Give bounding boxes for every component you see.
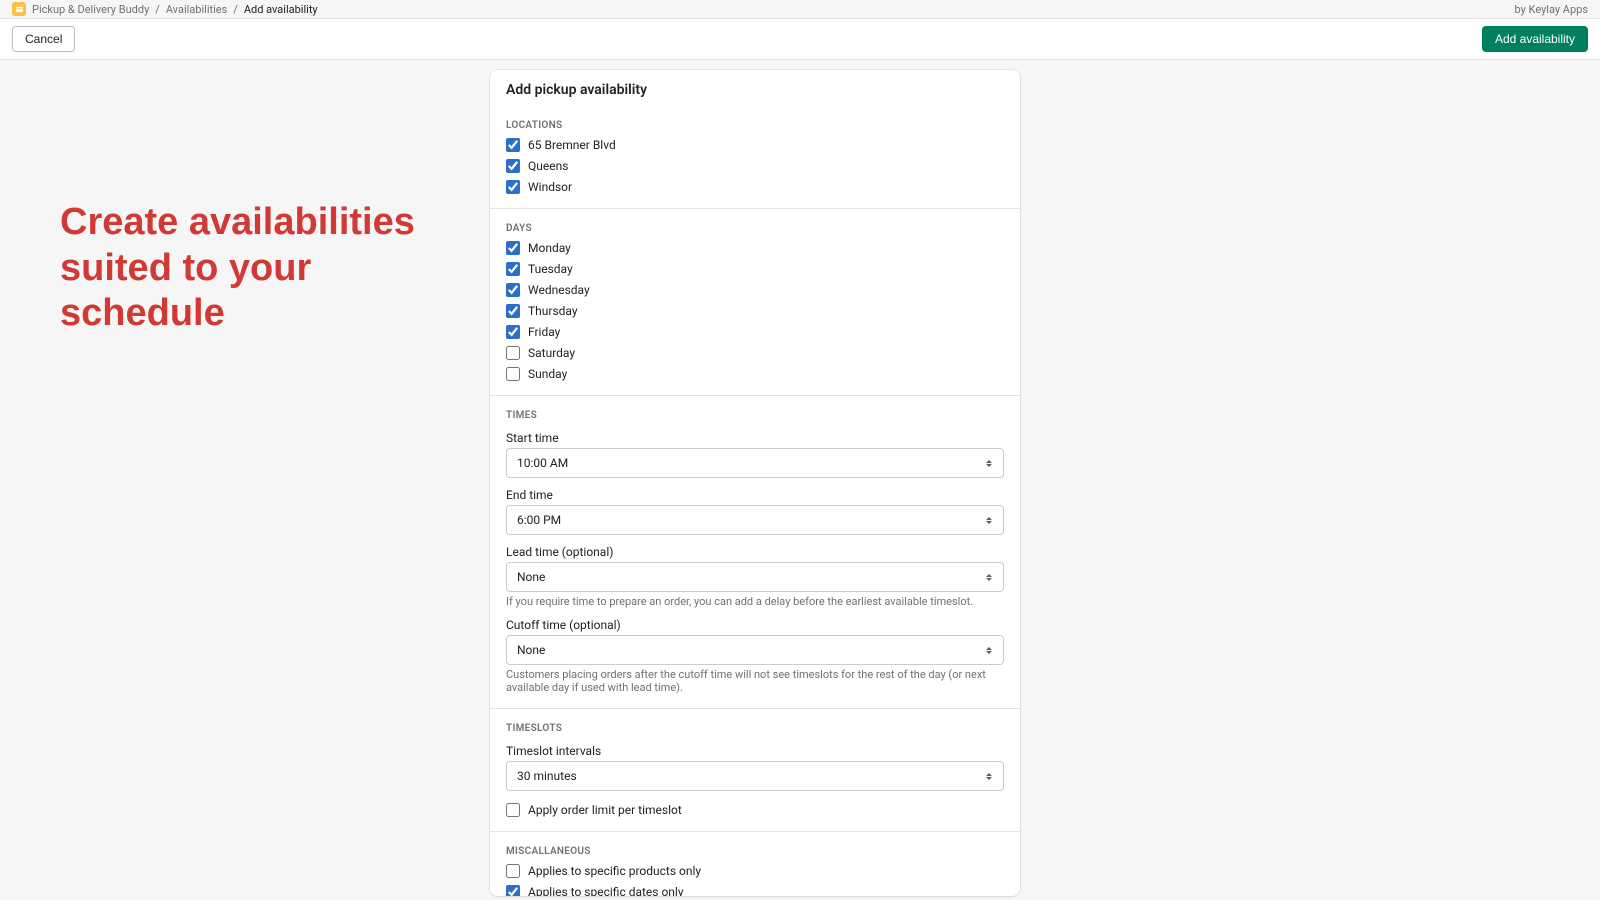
day-checkbox[interactable] <box>506 283 520 297</box>
chevron-updown-icon <box>986 513 996 527</box>
location-row: Queens <box>506 159 1004 173</box>
day-label: Sunday <box>528 367 567 381</box>
timeslots-section: TIMESLOTS Timeslot intervals 30 minutes … <box>490 709 1020 832</box>
day-checkbox[interactable] <box>506 367 520 381</box>
cutoff-time-select[interactable]: None <box>506 635 1004 665</box>
chevron-updown-icon <box>986 570 996 584</box>
specific-dates-label: Applies to specific dates only <box>528 885 684 896</box>
location-checkbox[interactable] <box>506 138 520 152</box>
day-checkbox[interactable] <box>506 346 520 360</box>
start-time-label: Start time <box>506 431 1004 445</box>
actionbar: Cancel Add availability <box>0 18 1600 60</box>
locations-section: LOCATIONS 65 Bremner Blvd Queens Windsor <box>490 106 1020 209</box>
location-label: 65 Bremner Blvd <box>528 138 616 152</box>
end-time-label: End time <box>506 488 1004 502</box>
location-row: 65 Bremner Blvd <box>506 138 1004 152</box>
interval-label: Timeslot intervals <box>506 744 1004 758</box>
day-checkbox[interactable] <box>506 325 520 339</box>
timeslots-label: TIMESLOTS <box>506 723 1004 734</box>
day-label: Thursday <box>528 304 578 318</box>
day-row: Sunday <box>506 367 1004 381</box>
day-label: Tuesday <box>528 262 573 276</box>
chevron-updown-icon <box>986 456 996 470</box>
day-row: Wednesday <box>506 283 1004 297</box>
lead-time-label: Lead time (optional) <box>506 545 1004 559</box>
cutoff-time-label: Cutoff time (optional) <box>506 618 1004 632</box>
location-row: Windsor <box>506 180 1004 194</box>
interval-select[interactable]: 30 minutes <box>506 761 1004 791</box>
location-label: Queens <box>528 159 568 173</box>
cancel-button[interactable]: Cancel <box>12 26 75 52</box>
breadcrumb: Pickup & Delivery Buddy / Availabilities… <box>12 2 318 16</box>
start-time-select[interactable]: 10:00 AM <box>506 448 1004 478</box>
byline: by Keylay Apps <box>1515 3 1589 16</box>
misc-section: MISCALLANEOUS Applies to specific produc… <box>490 832 1020 896</box>
marketing-blurb: Create availabilities suited to your sch… <box>0 60 490 896</box>
days-section: DAYS Monday Tuesday Wednesday Thursday Frida… <box>490 209 1020 396</box>
order-limit-checkbox[interactable] <box>506 803 520 817</box>
days-label: DAYS <box>506 223 1004 234</box>
day-label: Monday <box>528 241 571 255</box>
topbar: Pickup & Delivery Buddy / Availabilities… <box>0 0 1600 18</box>
location-label: Windsor <box>528 180 572 194</box>
add-availability-button-top[interactable]: Add availability <box>1482 26 1588 52</box>
specific-dates-checkbox[interactable] <box>506 885 520 896</box>
order-limit-label: Apply order limit per timeslot <box>528 803 682 817</box>
day-label: Wednesday <box>528 283 590 297</box>
card-title: Add pickup availability <box>490 70 1020 106</box>
day-row: Saturday <box>506 346 1004 360</box>
lead-time-help: If you require time to prepare an order,… <box>506 595 1004 608</box>
blurb-heading: Create availabilities suited to your sch… <box>60 200 470 337</box>
cutoff-time-help: Customers placing orders after the cutof… <box>506 668 1004 694</box>
specific-products-label: Applies to specific products only <box>528 864 701 878</box>
day-row: Monday <box>506 241 1004 255</box>
breadcrumb-app[interactable]: Pickup & Delivery Buddy <box>32 3 149 16</box>
chevron-updown-icon <box>986 643 996 657</box>
app-icon <box>12 2 26 16</box>
day-row: Friday <box>506 325 1004 339</box>
end-time-select[interactable]: 6:00 PM <box>506 505 1004 535</box>
day-checkbox[interactable] <box>506 262 520 276</box>
day-row: Thursday <box>506 304 1004 318</box>
chevron-updown-icon <box>986 769 996 783</box>
day-label: Friday <box>528 325 560 339</box>
times-label: TIMES <box>506 410 1004 421</box>
breadcrumb-section[interactable]: Availabilities <box>166 3 227 16</box>
lead-time-select[interactable]: None <box>506 562 1004 592</box>
locations-label: LOCATIONS <box>506 120 1004 131</box>
day-label: Saturday <box>528 346 575 360</box>
location-checkbox[interactable] <box>506 159 520 173</box>
day-row: Tuesday <box>506 262 1004 276</box>
form-card: Add pickup availability LOCATIONS 65 Bre… <box>490 70 1020 896</box>
day-checkbox[interactable] <box>506 241 520 255</box>
specific-products-checkbox[interactable] <box>506 864 520 878</box>
times-section: TIMES Start time 10:00 AM End time 6:00 … <box>490 396 1020 709</box>
day-checkbox[interactable] <box>506 304 520 318</box>
location-checkbox[interactable] <box>506 180 520 194</box>
breadcrumb-current: Add availability <box>244 3 318 16</box>
misc-label: MISCALLANEOUS <box>506 846 1004 857</box>
